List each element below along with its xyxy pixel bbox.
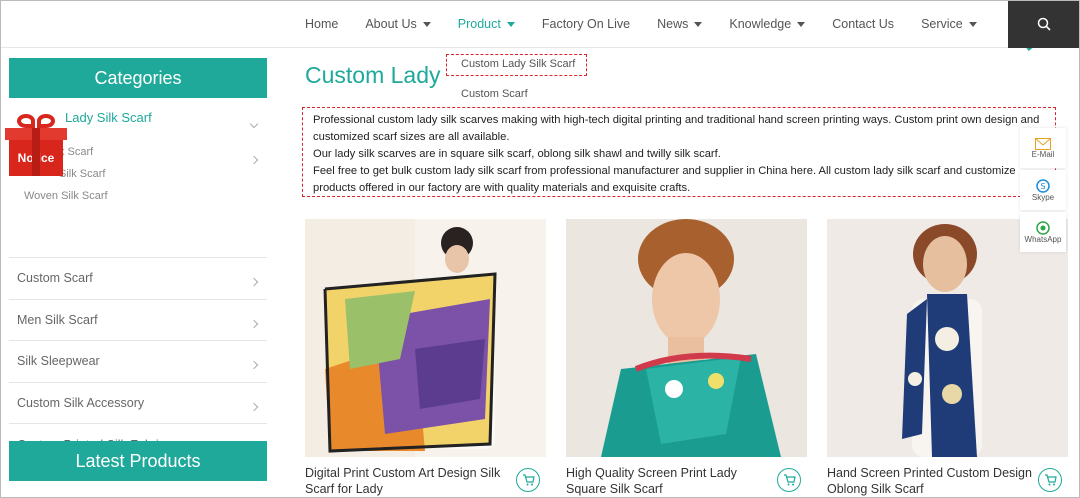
page-title: Custom Lady <box>305 62 441 88</box>
nav-label: Home <box>305 17 339 31</box>
dropdown-item-custom-scarf[interactable]: Custom Scarf <box>461 88 528 100</box>
description-line: Professional custom lady silk scarves ma… <box>313 114 1040 126</box>
chevron-right-icon <box>249 316 259 330</box>
caret-down-icon <box>506 21 515 27</box>
nav-home[interactable]: Home <box>305 17 338 31</box>
sidebar-item-custom-scarf[interactable]: Custom Scarf <box>9 258 267 300</box>
sidebar-item-label[interactable]: Lady Silk Scarf <box>65 110 152 125</box>
whatsapp-icon <box>1036 220 1050 235</box>
product-photo <box>827 219 1068 457</box>
cart-icon <box>522 474 535 486</box>
product-name[interactable]: Hand Screen Printed Custom Design Oblong… <box>827 465 1032 497</box>
nav-contact-us[interactable]: Contact Us <box>832 17 894 31</box>
svg-text:S: S <box>1040 182 1045 191</box>
product-dropdown-menu: Custom Lady Silk Scarf Custom Scarf <box>446 48 644 110</box>
product-image[interactable] <box>827 219 1068 457</box>
nav-label: Contact Us <box>832 17 895 31</box>
sidebar-subitem[interactable]: Woven Silk Scarf <box>24 190 108 202</box>
product-name[interactable]: High Quality Screen Print Lady Square Si… <box>566 465 771 497</box>
cart-icon <box>783 474 796 486</box>
caret-down-icon <box>422 21 431 27</box>
add-to-cart-button[interactable] <box>1038 468 1062 492</box>
nav-factory-on-live[interactable]: Factory On Live <box>542 17 630 31</box>
latest-products-header: Latest Products <box>9 441 267 481</box>
sidebar-item-label: Custom Silk Accessory <box>17 395 145 410</box>
nav-news[interactable]: News <box>657 17 703 31</box>
contact-label: E-Mail <box>1031 149 1055 159</box>
nav-about-us[interactable]: About Us <box>365 17 431 31</box>
gift-bow-icon <box>17 114 35 128</box>
contact-email-button[interactable]: E-Mail <box>1020 128 1066 168</box>
main-nav: Home About Us Product Factory On Live Ne… <box>305 0 1004 48</box>
sidebar-item-label: Men Silk Scarf <box>17 312 98 327</box>
sidebar-item-label: Custom Scarf <box>17 271 93 286</box>
chevron-right-icon <box>249 150 259 168</box>
product-name[interactable]: Digital Print Custom Art Design Silk Sca… <box>305 465 510 497</box>
chevron-right-icon <box>249 399 259 413</box>
nav-label: Knowledge <box>729 17 792 31</box>
dropdown-item-custom-lady-silk-scarf[interactable]: Custom Lady Silk Scarf <box>461 58 575 70</box>
contact-label: WhatsApp <box>1024 234 1062 244</box>
product-card[interactable]: Hand Screen Printed Custom Design Oblong… <box>827 219 1068 497</box>
cart-icon <box>1044 474 1057 486</box>
categories-header: Categories <box>9 58 267 98</box>
description-line: products offered in our factory are with… <box>313 182 691 194</box>
nav-label: Product <box>457 17 501 31</box>
product-image[interactable] <box>305 219 546 457</box>
chevron-down-icon[interactable] <box>249 114 259 132</box>
sidebar-item-label: Silk Sleepwear <box>17 354 100 369</box>
nav-product[interactable]: Product <box>458 17 515 31</box>
contact-skype-button[interactable]: S Skype <box>1020 170 1066 210</box>
product-image[interactable] <box>566 219 807 457</box>
product-photo <box>305 219 546 457</box>
chevron-right-icon <box>249 357 259 371</box>
description-line: Feel free to get bulk custom lady silk s… <box>313 165 1016 177</box>
nav-label: About Us <box>365 17 417 31</box>
product-photo <box>566 219 807 457</box>
caret-down-icon <box>694 21 703 27</box>
search-button[interactable] <box>1008 0 1080 48</box>
description-line: customized scarf sizes are all available… <box>313 131 510 143</box>
mail-icon <box>1035 137 1051 150</box>
product-card[interactable]: Digital Print Custom Art Design Silk Sca… <box>305 219 546 497</box>
product-card[interactable]: High Quality Screen Print Lady Square Si… <box>566 219 807 497</box>
skype-icon: S <box>1036 178 1050 193</box>
nav-knowledge[interactable]: Knowledge <box>729 17 806 31</box>
contact-label: Skype <box>1031 192 1055 202</box>
category-description: Professional custom lady silk scarves ma… <box>302 107 1056 197</box>
description-line: Our lady silk scarves are in square silk… <box>313 148 721 160</box>
notice-gift-badge[interactable]: Notice <box>5 112 67 176</box>
gift-bow-icon <box>37 114 55 128</box>
sidebar-item-custom-silk-accessory[interactable]: Custom Silk Accessory <box>9 383 267 424</box>
search-icon <box>1037 17 1051 31</box>
add-to-cart-button[interactable] <box>516 468 540 492</box>
chevron-right-icon <box>249 274 259 288</box>
sidebar-item-men-silk-scarf[interactable]: Men Silk Scarf <box>9 300 267 341</box>
sidebar-item-silk-sleepwear[interactable]: Silk Sleepwear <box>9 341 267 383</box>
nav-label: Factory On Live <box>541 17 631 31</box>
caret-down-icon <box>797 21 806 27</box>
contact-whatsapp-button[interactable]: WhatsApp <box>1020 212 1066 252</box>
top-navbar: Home About Us Product Factory On Live Ne… <box>0 0 1080 68</box>
nav-label: News <box>657 17 689 31</box>
gift-ribbon <box>32 128 40 176</box>
add-to-cart-button[interactable] <box>777 468 801 492</box>
